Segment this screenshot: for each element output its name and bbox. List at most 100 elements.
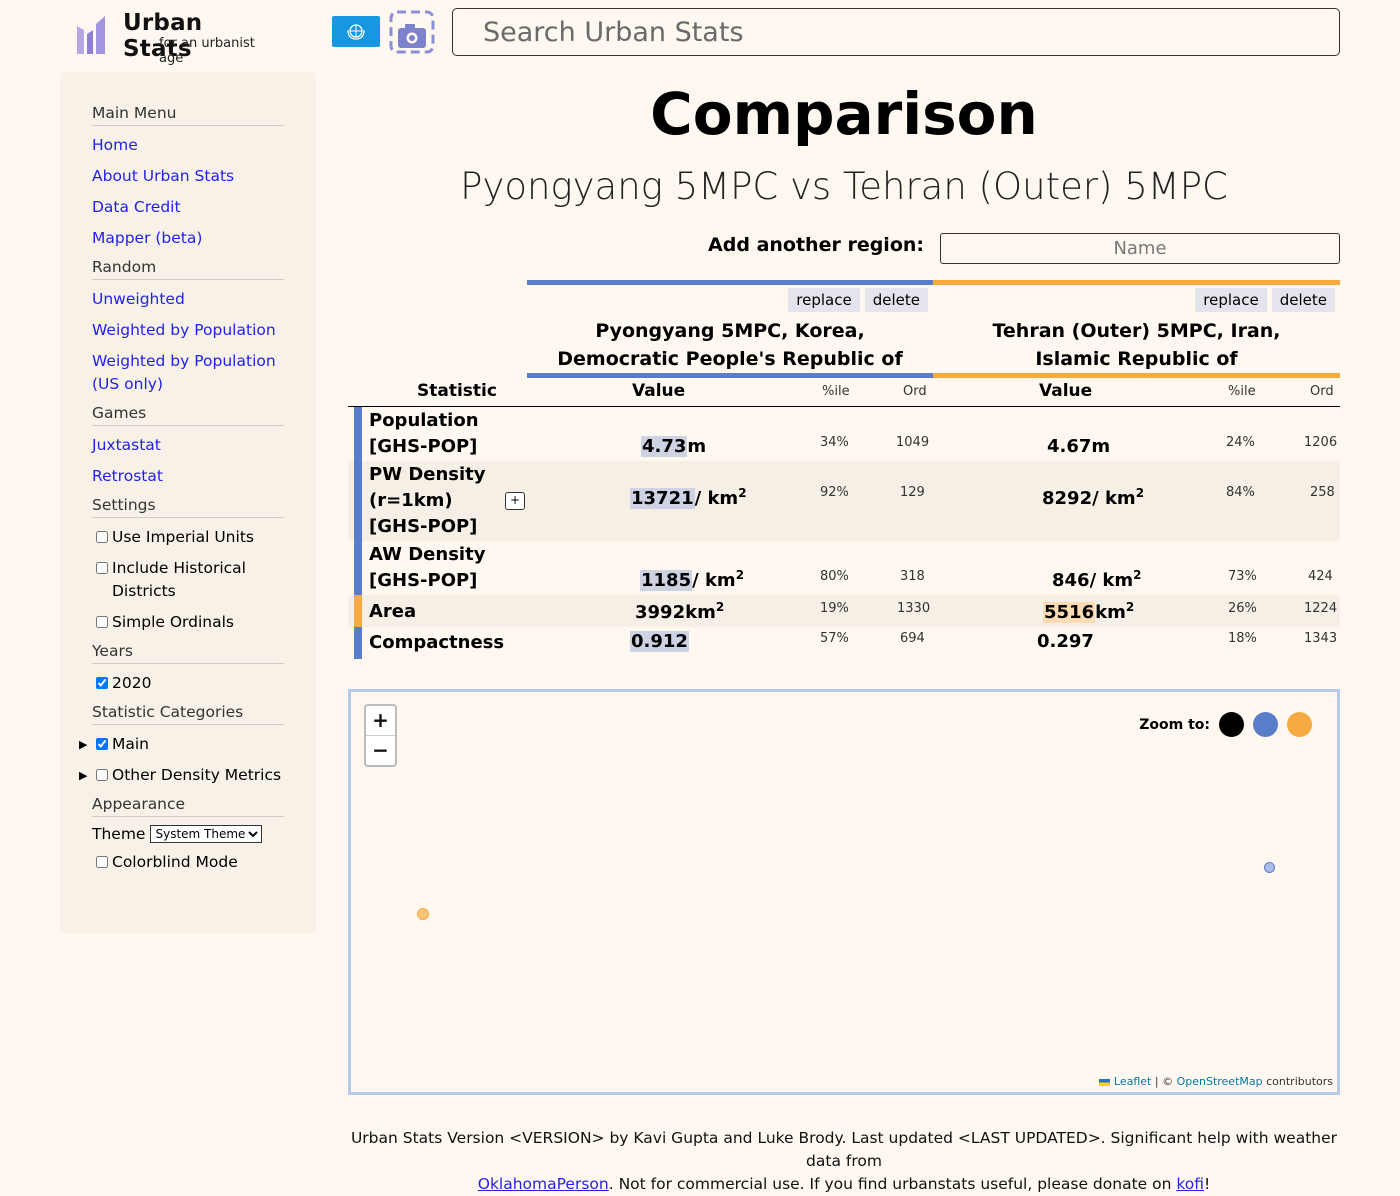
sidebar-link-data-credit[interactable]: Data Credit (92, 196, 284, 219)
stat-name[interactable]: AW Density [GHS-POP] (369, 542, 539, 594)
value-a: 4.73m (641, 436, 707, 457)
value-a: 0.912 (630, 631, 689, 652)
sidebar-link-home[interactable]: Home (92, 134, 284, 157)
ord-a[interactable]: 318 (900, 569, 925, 584)
year-2020[interactable]: 2020 (92, 672, 284, 695)
expand-plus-button[interactable]: + (505, 492, 525, 510)
ord-a[interactable]: 1049 (896, 435, 929, 450)
imperial-units-label: Use Imperial Units (112, 528, 254, 546)
header-statistic[interactable]: Statistic (417, 381, 497, 401)
zoom-out-button[interactable]: − (366, 736, 395, 766)
main-menu-heading: Main Menu (92, 104, 284, 126)
footer: Urban Stats Version <VERSION> by Kavi Gu… (348, 1127, 1340, 1196)
sidebar-link-weighted-population[interactable]: Weighted by Population (92, 319, 284, 342)
replace-button[interactable]: replace (1195, 288, 1267, 312)
expand-triangle-icon[interactable]: ▶ (79, 764, 87, 787)
map[interactable]: + − Zoom to: Leaflet | © OpenStreetMap c… (348, 689, 1340, 1095)
zoom-to-tehran-button[interactable] (1287, 712, 1312, 737)
ord-b[interactable]: 424 (1308, 569, 1333, 584)
osm-link[interactable]: OpenStreetMap (1177, 1075, 1263, 1088)
logo-icon (77, 16, 105, 54)
theme-row: Theme System Theme (92, 825, 284, 843)
simple-ordinals-checkbox[interactable] (96, 616, 108, 628)
expand-triangle-icon[interactable]: ▶ (79, 733, 87, 756)
footer-link-oklahomaperson[interactable]: OklahomaPerson (478, 1175, 609, 1193)
category-main[interactable]: ▶ Main (79, 733, 284, 756)
header-ord: Ord (903, 384, 927, 399)
sidebar-link-mapper[interactable]: Mapper (beta) (92, 227, 284, 250)
tehran-region-marker[interactable] (417, 908, 429, 920)
stat-name[interactable]: Area (369, 599, 416, 625)
imperial-units-checkbox[interactable] (96, 531, 108, 543)
pctile-b: 18% (1228, 631, 1257, 646)
table-row: Compactness 0.912 57% 694 0.297 18% 1343 (348, 627, 1340, 659)
region-column-pyongyang: replace delete Pyongyang 5MPC, Korea, De… (527, 280, 933, 378)
region-name[interactable]: Pyongyang 5MPC, Korea, Democratic People… (527, 317, 933, 373)
attribution-tail: contributors (1262, 1075, 1333, 1088)
setting-imperial-units[interactable]: Use Imperial Units (92, 526, 284, 549)
pctile-b: 84% (1226, 485, 1255, 500)
colorblind-checkbox[interactable] (96, 856, 108, 868)
add-region-label: Add another region: (708, 234, 924, 256)
ord-b[interactable]: 258 (1310, 485, 1335, 500)
category-other-density-checkbox[interactable] (96, 769, 108, 781)
attribution-separator: | © (1151, 1075, 1177, 1088)
value-a: 1185/ km2 (640, 568, 745, 591)
ord-a[interactable]: 1330 (897, 601, 930, 616)
ord-a[interactable]: 694 (900, 631, 925, 646)
footer-text: Urban Stats Version <VERSION> by Kavi Gu… (350, 1129, 1338, 1170)
delete-button[interactable]: delete (1271, 288, 1335, 312)
table-row: Population [GHS-POP] 4.73m 34% 1049 4.67… (348, 407, 1340, 461)
historical-districts-checkbox[interactable] (96, 562, 108, 574)
theme-select[interactable]: System Theme (150, 825, 263, 843)
pctile-a: 34% (820, 435, 849, 450)
simple-ordinals-label: Simple Ordinals (112, 613, 235, 631)
random-heading: Random (92, 258, 284, 280)
sidebar-link-weighted-population-us[interactable]: Weighted by Population (US only) (92, 350, 284, 396)
ord-b[interactable]: 1224 (1304, 601, 1337, 616)
stat-name[interactable]: Compactness (369, 630, 504, 656)
delete-button[interactable]: delete (864, 288, 928, 312)
zoom-to-all-button[interactable] (1219, 712, 1244, 737)
games-heading: Games (92, 404, 284, 426)
add-region-input[interactable] (940, 233, 1340, 264)
replace-button[interactable]: replace (788, 288, 860, 312)
zoom-to-pyongyang-button[interactable] (1253, 712, 1278, 737)
stat-name[interactable]: Population [GHS-POP] (369, 408, 529, 460)
stat-name[interactable]: PW Density (r=1km) [GHS-POP] (369, 462, 509, 540)
historical-districts-label: Include Historical Districts (112, 559, 246, 600)
sidebar-link-juxtastat[interactable]: Juxtastat (92, 434, 284, 457)
settings-heading: Settings (92, 496, 284, 518)
pctile-b: 26% (1228, 601, 1257, 616)
search-input[interactable] (452, 8, 1340, 56)
footer-text: ! (1204, 1175, 1211, 1193)
sidebar-link-about[interactable]: About Urban Stats (92, 165, 284, 188)
ord-b[interactable]: 1343 (1304, 631, 1337, 646)
category-main-checkbox[interactable] (96, 738, 108, 750)
setting-simple-ordinals[interactable]: Simple Ordinals (92, 611, 284, 634)
value-b: 846/ km2 (1052, 568, 1142, 591)
page-subtitle: Pyongyang 5MPC vs Tehran (Outer) 5MPC (460, 165, 1228, 208)
sidebar-link-retrostat[interactable]: Retrostat (92, 465, 284, 488)
logo[interactable]: Urban Stats for an urbanist age (75, 8, 275, 66)
year-2020-label: 2020 (112, 674, 152, 692)
ord-a[interactable]: 129 (900, 485, 925, 500)
year-2020-checkbox[interactable] (96, 677, 108, 689)
leaflet-link[interactable]: Leaflet (1114, 1075, 1151, 1088)
setting-historical-districts[interactable]: Include Historical Districts (92, 557, 284, 603)
row-color-bar (354, 595, 362, 627)
pyongyang-region-marker[interactable] (1264, 862, 1275, 873)
region-name[interactable]: Tehran (Outer) 5MPC, Iran, Islamic Repub… (933, 317, 1340, 373)
footer-link-kofi[interactable]: kofi (1176, 1175, 1204, 1193)
header-value: Value (632, 381, 686, 401)
ord-b[interactable]: 1206 (1304, 435, 1337, 450)
table-row: AW Density [GHS-POP] 1185/ km2 80% 318 8… (348, 541, 1340, 595)
sidebar-link-unweighted[interactable]: Unweighted (92, 288, 284, 311)
category-other-density[interactable]: ▶ Other Density Metrics (79, 764, 284, 787)
row-color-bar (354, 627, 362, 659)
setting-colorblind[interactable]: Colorblind Mode (92, 851, 284, 874)
un-flag-icon[interactable] (332, 16, 380, 47)
screenshot-camera-icon[interactable] (389, 10, 435, 54)
value-b: 5516km2 (1043, 600, 1135, 623)
zoom-in-button[interactable]: + (366, 706, 395, 736)
